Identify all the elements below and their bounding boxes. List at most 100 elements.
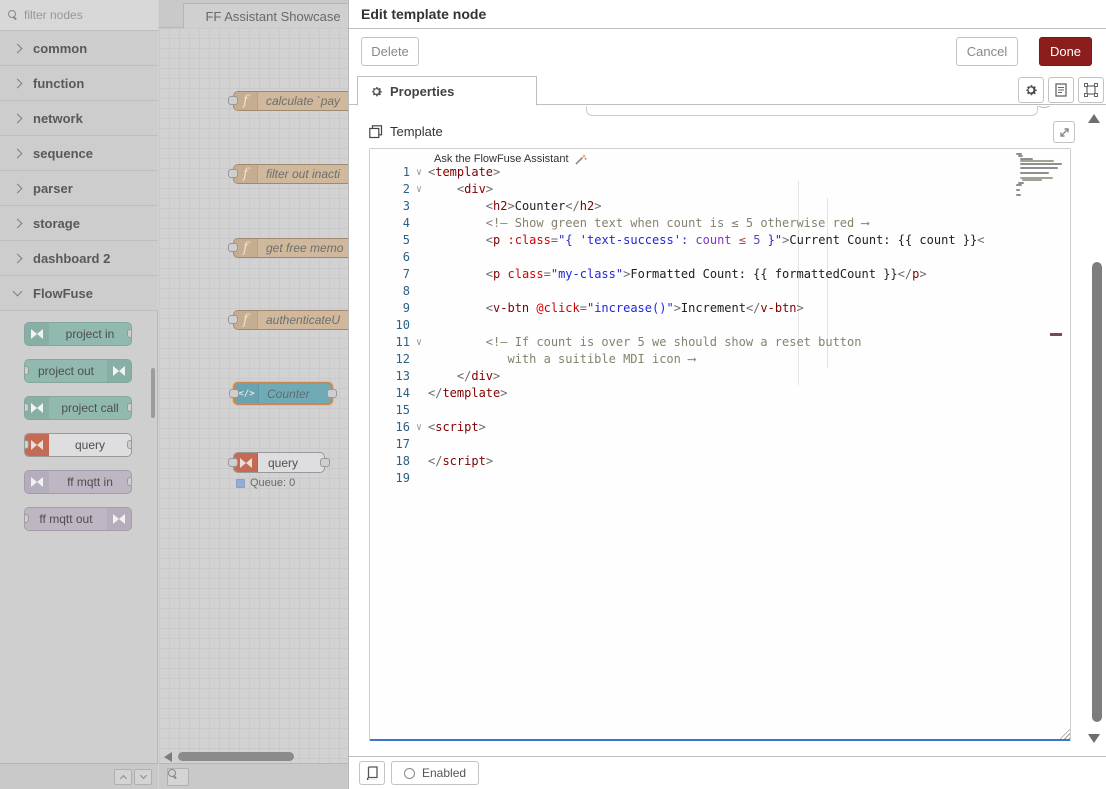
input-port[interactable]	[24, 403, 29, 412]
expand-editor-button[interactable]	[1053, 121, 1075, 143]
output-port[interactable]	[127, 440, 132, 449]
description-view-button[interactable]	[1048, 77, 1074, 103]
code-line-11[interactable]: 11∨ <!— If count is over 5 we should sho…	[370, 334, 1070, 351]
template-code-editor[interactable]: Ask the FlowFuse Assistant 1∨<template>2…	[369, 148, 1071, 741]
flow-node-query[interactable]: query	[233, 452, 325, 473]
code-line-3[interactable]: 3 <h2>Counter</h2>	[370, 198, 1070, 215]
panel-scrollbar-thumb[interactable]	[1092, 262, 1102, 722]
input-port[interactable]	[24, 514, 29, 523]
input-port[interactable]	[228, 96, 238, 105]
scrolled-form-field[interactable]	[586, 106, 1038, 116]
palette-search-box[interactable]	[0, 0, 158, 31]
panel-scroll-down-arrow[interactable]	[1088, 734, 1100, 743]
code-line-12[interactable]: 12 with a suitible MDI icon ⟶	[370, 351, 1070, 368]
output-port[interactable]	[127, 329, 132, 338]
fold-gutter	[410, 283, 428, 300]
flow-canvas[interactable]: fcalculate `pay ffilter out inacti fget fr…	[159, 28, 348, 763]
input-port[interactable]	[228, 169, 238, 178]
collapse-all-button[interactable]	[114, 769, 132, 785]
code-line-19[interactable]: 19	[370, 470, 1070, 487]
palette-category-function[interactable]: function	[0, 66, 158, 101]
flow-tab[interactable]: FF Assistant Showcase	[183, 3, 348, 28]
input-port[interactable]	[228, 315, 238, 324]
palette-category-parser[interactable]: parser	[0, 171, 158, 206]
palette-node-project-out[interactable]: project out	[24, 359, 132, 383]
fold-arrow-icon[interactable]: ∨	[410, 334, 428, 351]
palette-node-query[interactable]: query	[24, 433, 132, 457]
overview-ruler-marker	[1050, 333, 1062, 336]
delete-button[interactable]: Delete	[361, 37, 419, 66]
palette-node-ff-mqtt-in[interactable]: ff mqtt in	[24, 470, 132, 494]
code-line-18[interactable]: 18</script>	[370, 453, 1070, 470]
flow-node-calculate-pay[interactable]: fcalculate `pay	[233, 91, 348, 111]
zoom-search-button[interactable]	[167, 768, 189, 786]
code-line-2[interactable]: 2∨ <div>	[370, 181, 1070, 198]
output-port[interactable]	[327, 389, 337, 398]
flow-node-filter-out-inacti[interactable]: ffilter out inacti	[233, 164, 348, 184]
node-palette: commonfunctionnetworksequenceparserstora…	[0, 0, 158, 789]
fold-gutter	[410, 402, 428, 419]
code-line-7[interactable]: 7 <p class="my-class">Formatted Count: {…	[370, 266, 1070, 283]
node-enabled-toggle[interactable]: Enabled	[391, 761, 479, 785]
code-line-10[interactable]: 10	[370, 317, 1070, 334]
palette-category-sequence[interactable]: sequence	[0, 136, 158, 171]
palette-category-storage[interactable]: storage	[0, 206, 158, 241]
code-line-16[interactable]: 16∨<script>	[370, 419, 1070, 436]
flow-node-authenticateu[interactable]: fauthenticateU	[233, 310, 348, 330]
fold-arrow-icon[interactable]: ∨	[410, 181, 428, 198]
palette-node-project-call[interactable]: project call	[24, 396, 132, 420]
code-line-13[interactable]: 13 </div>	[370, 368, 1070, 385]
palette-category-dashboard-2[interactable]: dashboard 2	[0, 241, 158, 276]
input-port[interactable]	[24, 366, 29, 375]
code-line-4[interactable]: 4 <!— Show green text when count is ≤ 5 …	[370, 215, 1070, 232]
fold-gutter	[410, 317, 428, 334]
fold-gutter	[410, 266, 428, 283]
palette-category-network[interactable]: network	[0, 101, 158, 136]
code-line-17[interactable]: 17	[370, 436, 1070, 453]
panel-scroll-up-arrow[interactable]	[1088, 114, 1100, 123]
node-icon-area	[107, 508, 131, 530]
output-port[interactable]	[127, 403, 132, 412]
palette-footer	[0, 763, 158, 789]
palette-category-flowfuse[interactable]: FlowFuse	[0, 276, 158, 311]
code-line-5[interactable]: 5 <p :class="{ 'text-success': count ≤ 5…	[370, 232, 1070, 249]
palette-category-common[interactable]: common	[0, 31, 158, 66]
minimap-line	[1020, 172, 1049, 174]
flow-node-get-free-memo[interactable]: fget free memo	[233, 238, 348, 258]
node-status: Queue: 0	[236, 477, 295, 489]
tab-properties[interactable]: Properties	[357, 76, 537, 106]
code-line-6[interactable]: 6	[370, 249, 1070, 266]
flowfuse-node-icon	[30, 328, 44, 340]
scroll-left-arrow-icon[interactable]	[164, 752, 172, 762]
fold-arrow-icon[interactable]: ∨	[410, 164, 428, 181]
editor-resize-grip[interactable]	[1057, 726, 1070, 739]
expand-all-button[interactable]	[134, 769, 152, 785]
input-port[interactable]	[229, 389, 239, 398]
palette-node-label: project in	[49, 327, 131, 341]
cancel-button[interactable]: Cancel	[956, 37, 1018, 66]
input-port[interactable]	[228, 243, 238, 252]
done-button[interactable]: Done	[1039, 37, 1092, 66]
input-port[interactable]	[24, 440, 29, 449]
palette-scrollbar-thumb[interactable]	[151, 368, 155, 418]
flow-node-counter[interactable]: </>Counter	[233, 382, 333, 405]
line-number: 14	[370, 385, 410, 402]
code-line-14[interactable]: 14</template>	[370, 385, 1070, 402]
output-port[interactable]	[127, 477, 132, 486]
code-line-8[interactable]: 8	[370, 283, 1070, 300]
code-line-9[interactable]: 9 <v-btn @click="increase()">Increment</…	[370, 300, 1070, 317]
input-port[interactable]	[228, 458, 238, 467]
output-port[interactable]	[320, 458, 330, 467]
code-line-15[interactable]: 15	[370, 402, 1070, 419]
palette-node-project-in[interactable]: project in	[24, 322, 132, 346]
palette-node-ff-mqtt-out[interactable]: ff mqtt out	[24, 507, 132, 531]
code-text	[428, 249, 1070, 266]
node-help-button[interactable]	[359, 761, 385, 785]
horizontal-scrollbar-thumb[interactable]	[178, 752, 294, 761]
code-line-1[interactable]: 1∨<template>	[370, 164, 1070, 181]
palette-search-input[interactable]	[24, 8, 134, 22]
fold-arrow-icon[interactable]: ∨	[410, 419, 428, 436]
properties-view-button[interactable]	[1018, 77, 1044, 103]
editor-minimap[interactable]	[1016, 153, 1064, 201]
appearance-view-button[interactable]	[1078, 77, 1104, 103]
